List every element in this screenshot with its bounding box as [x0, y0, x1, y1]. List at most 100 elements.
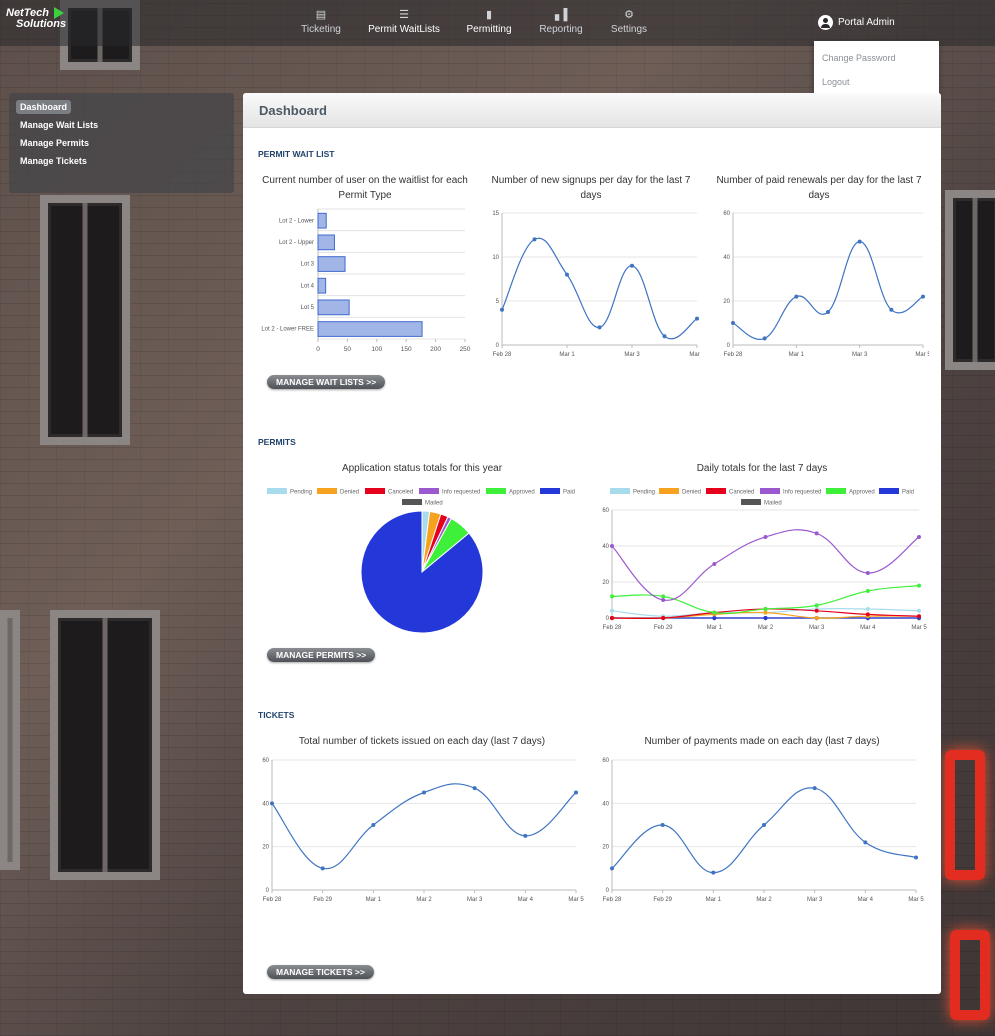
data-point [712, 610, 717, 615]
chart-title-waitlist: Current number of user on the waitlist f… [262, 175, 468, 201]
logout-link[interactable]: Logout [822, 77, 850, 87]
y-tick-label: 10 [492, 255, 499, 261]
category-label: Lot 2 - Upper [279, 240, 314, 246]
x-tick-label: Mar 3 [807, 897, 823, 903]
section-title-permit-wait-list: PERMIT WAIT LIST [258, 149, 335, 159]
sidebar-item-manage-wait-lists[interactable]: Manage Wait Lists [16, 118, 102, 132]
legend-label: Paid [563, 490, 575, 496]
nav-item-reporting[interactable]: ▖▌ Reporting [539, 9, 583, 35]
change-password-link[interactable]: Change Password [822, 53, 896, 63]
y-tick-label: 20 [602, 845, 609, 851]
data-point [610, 866, 614, 871]
y-tick-label: 60 [602, 758, 609, 764]
x-tick-label: Mar 5 [568, 897, 584, 903]
background-neon-sign [950, 930, 990, 1020]
x-tick-label: Mar 2 [416, 897, 432, 903]
manage-wait-lists-button[interactable]: MANAGE WAIT LISTS >> [267, 375, 386, 389]
legend-label: Canceled [729, 490, 754, 496]
chart-title-paid-renewals: Number of paid renewals per day for the … [716, 175, 922, 201]
x-tick-label: Feb 28 [263, 897, 282, 903]
data-point [472, 786, 477, 791]
chart-title-application-status: Application status totals for this year [341, 463, 503, 474]
user-name: Portal Admin [838, 17, 895, 28]
section-title-permits: PERMITS [258, 437, 296, 447]
x-tick-label: Feb 28 [493, 352, 512, 358]
x-tick-label: Mar 2 [758, 625, 774, 631]
data-point [661, 616, 666, 620]
data-point [763, 535, 768, 539]
legend-label: Denied [340, 490, 359, 496]
sidebar-item-manage-permits[interactable]: Manage Permits [16, 136, 93, 150]
category-label: Lot 2 - Lower FREE [261, 327, 314, 333]
data-point [270, 801, 274, 806]
bar [317, 299, 350, 316]
data-point [865, 612, 870, 617]
data-point [812, 786, 817, 791]
top-navigation-bar: NetTech Solutions ▤ Ticketing ☰ Permit W… [0, 0, 995, 46]
legend-swatch [826, 488, 846, 494]
data-point [889, 307, 894, 312]
sidebar-item-dashboard[interactable]: Dashboard [16, 100, 72, 114]
nav-item-settings[interactable]: ⚙ Settings [610, 9, 648, 35]
data-point [610, 608, 614, 613]
y-tick-label: 0 [496, 343, 500, 349]
x-tick-label: Mar 1 [559, 352, 575, 358]
x-tick-label: Feb 28 [724, 352, 743, 358]
y-tick-label: 5 [496, 299, 500, 305]
data-point [763, 616, 768, 620]
background-window [945, 190, 995, 370]
ticket-icon: ▤ [315, 9, 327, 21]
new-signups-line-chart: 0 5 10 15 Feb 28 Mar 1 Mar 3 Mar 5 [492, 211, 701, 358]
data-point [532, 237, 537, 242]
legend-swatch [879, 488, 899, 494]
data-point [914, 855, 918, 860]
category-label: Lot 3 [301, 262, 315, 268]
legend-label: Denied [682, 490, 701, 496]
nav-item-permitting[interactable]: ▮ Permitting [466, 9, 512, 35]
x-tick-label: 200 [430, 346, 441, 353]
sidebar-item-manage-tickets[interactable]: Manage Tickets [16, 154, 91, 168]
legend-label: Info requested [783, 490, 821, 496]
x-tick-label: Feb 29 [313, 897, 332, 903]
y-tick-label: 60 [723, 211, 730, 217]
legend-label: Approved [849, 490, 875, 496]
data-point [610, 594, 614, 599]
x-tick-label: Mar 1 [707, 625, 723, 631]
manage-tickets-button[interactable]: MANAGE TICKETS >> [267, 965, 374, 979]
data-point [763, 610, 768, 615]
legend-swatch [419, 488, 439, 494]
x-tick-label: Feb 28 [603, 897, 622, 903]
x-tick-label: Mar 3 [624, 352, 640, 358]
x-tick-label: Mar 4 [860, 625, 876, 631]
legend-swatch [486, 488, 506, 494]
y-tick-label: 0 [606, 888, 610, 894]
x-tick-label: Mar 4 [858, 897, 874, 903]
user-menu-toggle[interactable]: Portal Admin [818, 15, 895, 30]
user-dropdown-menu: Change Password Logout [814, 41, 939, 99]
data-point [921, 294, 925, 299]
y-tick-label: 40 [602, 544, 609, 550]
series-line [732, 240, 924, 340]
page-title: Dashboard [259, 103, 327, 118]
category-label: Lot 2 - Lower [279, 218, 314, 224]
x-tick-label: 100 [371, 346, 382, 353]
nav-item-label: Ticketing [301, 24, 341, 35]
nav-item-label: Permitting [466, 24, 512, 35]
x-tick-label: Mar 1 [706, 897, 722, 903]
application-status-pie-chart: Pending Denied Canceled Info requested Appro… [267, 488, 575, 634]
nav-item-ticketing[interactable]: ▤ Ticketing [300, 9, 342, 35]
manage-permits-button[interactable]: MANAGE PERMITS >> [267, 648, 376, 662]
logo-arrow-icon [54, 7, 64, 19]
y-tick-label: 0 [727, 343, 731, 349]
gear-icon: ⚙ [624, 9, 634, 21]
list-icon: ☰ [399, 9, 409, 21]
y-tick-label: 0 [266, 888, 270, 894]
data-point [661, 594, 666, 599]
y-tick-label: 0 [606, 616, 610, 622]
nettech-logo[interactable]: NetTech Solutions [6, 7, 66, 30]
legend-label: Paid [902, 490, 914, 496]
legend-label: Mailed [764, 501, 782, 507]
x-tick-label: 50 [344, 346, 352, 353]
data-point [500, 307, 504, 312]
nav-item-permit-waitlists[interactable]: ☰ Permit WaitLists [368, 9, 440, 35]
